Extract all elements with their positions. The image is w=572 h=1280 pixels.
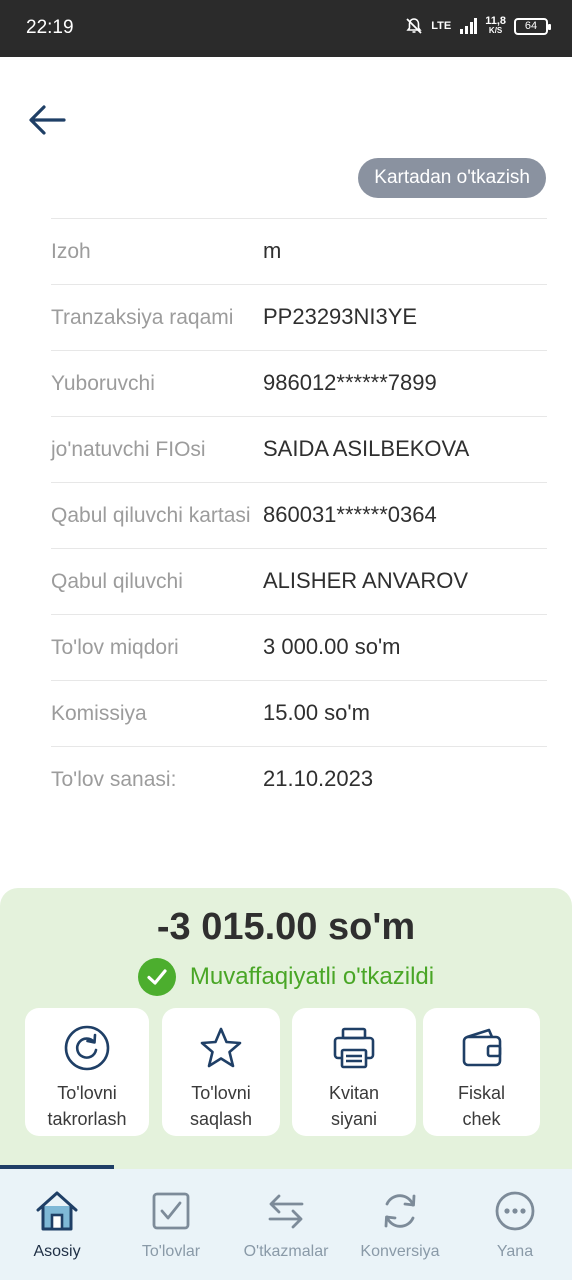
detail-row: jo'natuvchi FIOsi SAIDA ASILBEKOVA bbox=[51, 416, 547, 482]
nav-item-transfers[interactable]: O'tkazmalar bbox=[229, 1169, 343, 1280]
home-icon bbox=[35, 1189, 79, 1233]
status-line: Muvaffaqiyatli o'tkazildi bbox=[0, 958, 572, 996]
detail-row: To'lov sanasi: 21.10.2023 bbox=[51, 746, 547, 812]
detail-value: PP23293NI3YE bbox=[263, 304, 418, 329]
back-button[interactable] bbox=[26, 100, 70, 140]
nav-item-home[interactable]: Asosiy bbox=[0, 1169, 114, 1280]
detail-value: 21.10.2023 bbox=[263, 766, 374, 791]
nav-item-payments[interactable]: To'lovlar bbox=[114, 1169, 228, 1280]
action-label: To'lovni saqlash bbox=[189, 1083, 253, 1129]
detail-value: 15.00 so'm bbox=[263, 700, 370, 725]
nav-label: Asosiy bbox=[33, 1243, 81, 1260]
detail-row: Izoh m bbox=[51, 218, 547, 284]
action-label: To'lovni takrorlash bbox=[47, 1083, 127, 1129]
net-speed: 11,8 K/S bbox=[485, 15, 506, 36]
battery-icon: 64 bbox=[514, 17, 551, 35]
bottom-navigation: Asosiy To'lovlar O'tkazmalar Konversiya … bbox=[0, 1169, 572, 1280]
transfer-arrows-icon bbox=[264, 1189, 308, 1233]
signal-icon bbox=[460, 18, 478, 34]
status-bar: 22:19 LTE 11,8 K/S 64 bbox=[0, 0, 572, 57]
star-icon bbox=[197, 1024, 245, 1072]
refresh-icon bbox=[378, 1189, 422, 1233]
action-cards: To'lovni takrorlash To'lovni saqlash Kvi… bbox=[0, 1008, 572, 1136]
save-payment-button[interactable]: To'lovni saqlash bbox=[162, 1008, 280, 1136]
more-icon bbox=[493, 1189, 537, 1233]
detail-value: SAIDA ASILBEKOVA bbox=[263, 436, 470, 461]
transaction-details: Izoh m Tranzaksiya raqami PP23293NI3YE Y… bbox=[51, 218, 547, 812]
mute-bell-icon bbox=[406, 18, 422, 34]
detail-label: Komissiya bbox=[51, 702, 147, 725]
detail-value: 860031******0364 bbox=[263, 502, 437, 527]
network-type: LTE bbox=[431, 20, 452, 32]
check-icon bbox=[137, 958, 176, 996]
status-time: 22:19 bbox=[26, 17, 74, 38]
total-amount: -3 015.00 so'm bbox=[156, 906, 416, 948]
detail-label: Tranzaksiya raqami bbox=[51, 306, 234, 329]
detail-row: To'lov miqdori 3 000.00 so'm bbox=[51, 614, 547, 680]
nav-label: Konversiya bbox=[360, 1243, 440, 1260]
detail-label: Qabul qiluvchi kartasi bbox=[51, 504, 251, 527]
arrow-left-icon bbox=[29, 105, 66, 135]
nav-item-conversion[interactable]: Konversiya bbox=[343, 1169, 457, 1280]
detail-row: Komissiya 15.00 so'm bbox=[51, 680, 547, 746]
detail-value: m bbox=[263, 238, 282, 263]
action-label: Kvitan siyani bbox=[328, 1083, 380, 1129]
fiscal-check-button[interactable]: Fiskal chek bbox=[423, 1008, 540, 1136]
detail-label: Yuboruvchi bbox=[51, 372, 155, 395]
repeat-icon bbox=[63, 1024, 111, 1072]
detail-label: jo'natuvchi FIOsi bbox=[51, 438, 206, 461]
summary-panel: -3 015.00 so'm Muvaffaqiyatli o'tkazildi… bbox=[0, 888, 572, 1170]
nav-item-more[interactable]: Yana bbox=[458, 1169, 572, 1280]
nav-label: O'tkazmalar bbox=[243, 1243, 329, 1260]
nav-label: Yana bbox=[496, 1243, 534, 1260]
detail-row: Tranzaksiya raqami PP23293NI3YE bbox=[51, 284, 547, 350]
printer-icon bbox=[330, 1024, 378, 1072]
detail-row: Qabul qiluvchi ALISHER ANVAROV bbox=[51, 548, 547, 614]
action-label: Fiskal chek bbox=[457, 1083, 505, 1129]
detail-value: ALISHER ANVAROV bbox=[263, 568, 468, 593]
detail-value: 3 000.00 so'm bbox=[263, 634, 401, 659]
detail-value: 986012******7899 bbox=[263, 370, 437, 395]
status-icons: LTE 11,8 K/S 64 bbox=[405, 15, 551, 36]
detail-label: Qabul qiluvchi bbox=[51, 570, 183, 593]
detail-label: Izoh bbox=[51, 240, 91, 263]
receipt-button[interactable]: Kvitan siyani bbox=[292, 1008, 416, 1136]
wallet-icon bbox=[458, 1024, 506, 1072]
detail-label: To'lov sanasi: bbox=[51, 768, 177, 791]
detail-label: To'lov miqdori bbox=[51, 636, 179, 659]
transfer-type-chip: Kartadan o'tkazish bbox=[358, 158, 546, 198]
nav-label: To'lovlar bbox=[141, 1243, 201, 1260]
detail-row: Qabul qiluvchi kartasi 860031******0364 bbox=[51, 482, 547, 548]
status-text: Muvaffaqiyatli o'tkazildi bbox=[189, 963, 435, 990]
detail-row: Yuboruvchi 986012******7899 bbox=[51, 350, 547, 416]
repeat-payment-button[interactable]: To'lovni takrorlash bbox=[25, 1008, 149, 1136]
checkbox-icon bbox=[149, 1189, 193, 1233]
